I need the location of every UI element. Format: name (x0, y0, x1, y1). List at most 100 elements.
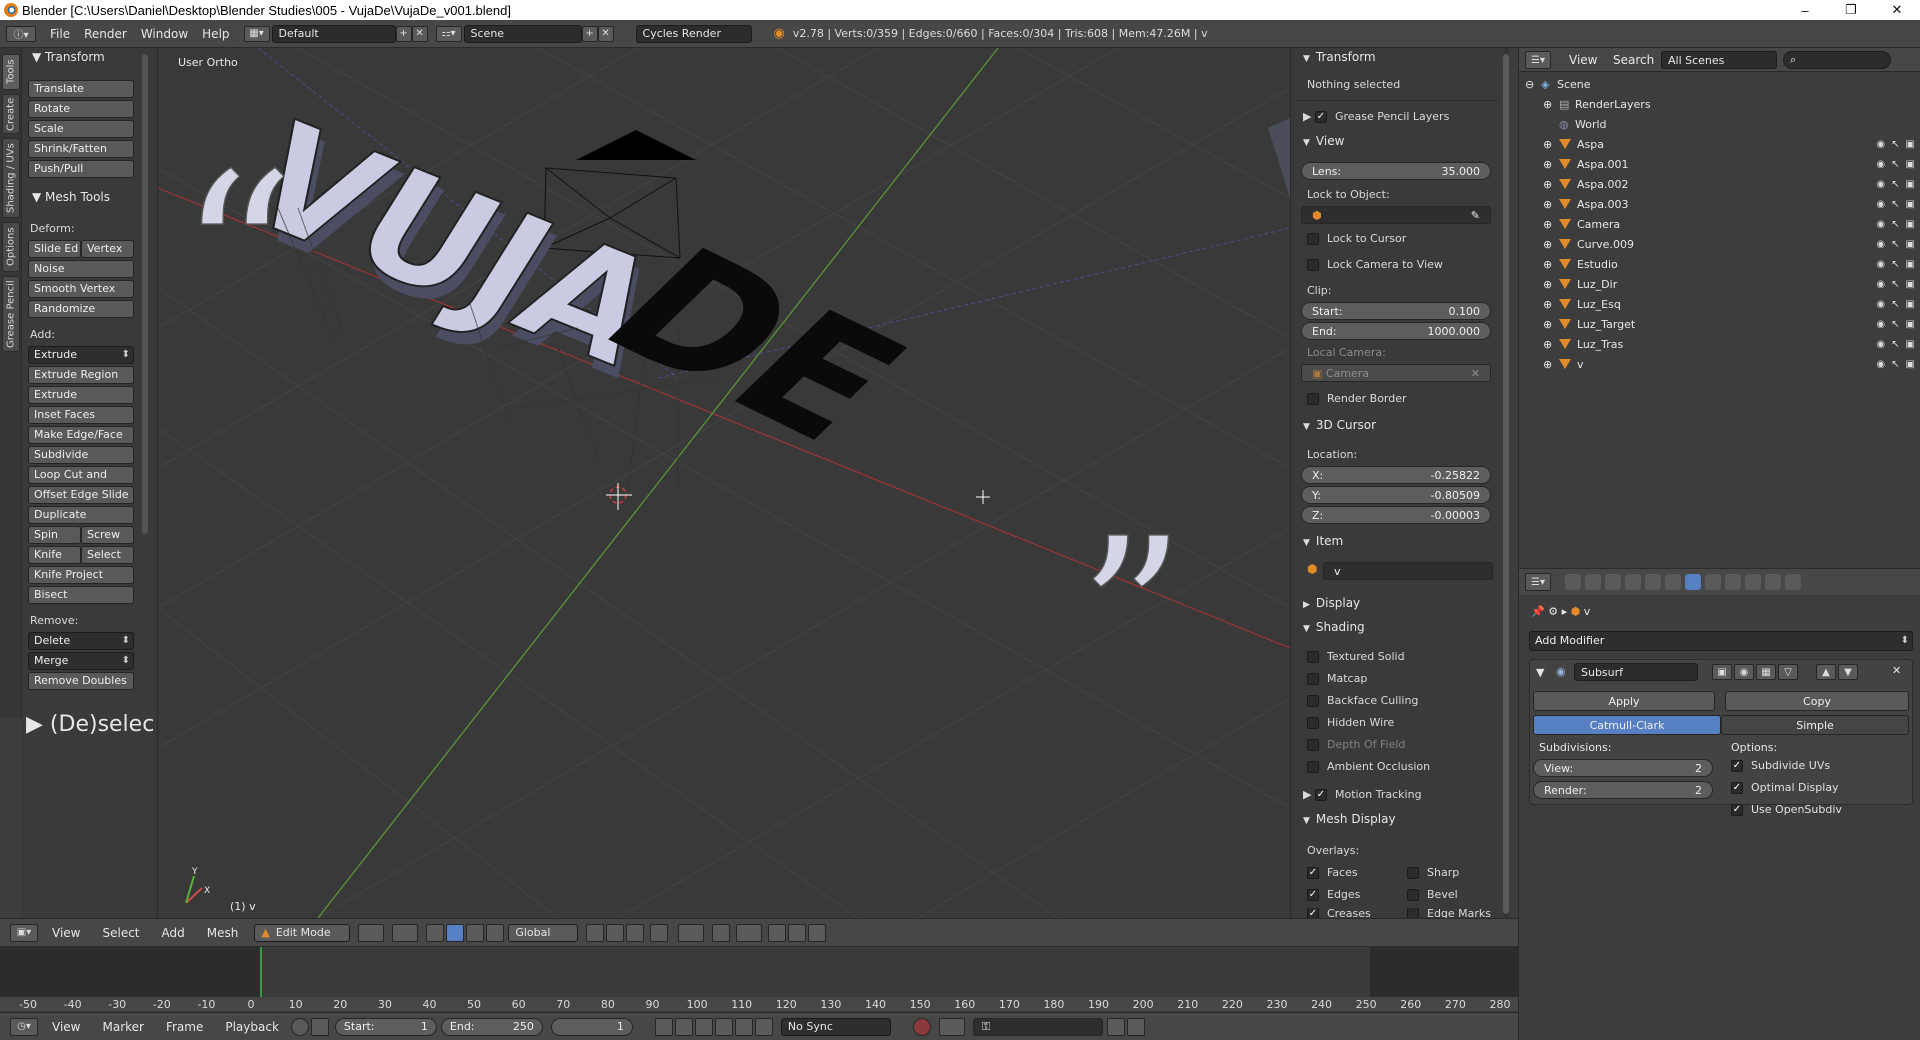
render-engine-select[interactable]: Cycles Render (635, 24, 752, 43)
expand-icon[interactable]: ⊕ (1543, 358, 1552, 371)
renderability-camera-icon[interactable]: ▣ (1906, 259, 1915, 270)
scene-icon[interactable]: ⚏▾ (435, 25, 462, 42)
selectability-arrow-icon[interactable]: ↖ (1891, 299, 1899, 310)
timeline-menu-frame[interactable]: Frame (166, 1020, 203, 1034)
delete-keyframe-icon[interactable] (1126, 1017, 1145, 1036)
matcap-checkbox[interactable]: Matcap (1307, 672, 1367, 685)
visibility-eye-icon[interactable]: ◉ (1876, 279, 1885, 290)
n-transform-header[interactable]: Transform (1303, 50, 1376, 64)
visibility-eye-icon[interactable]: ◉ (1876, 159, 1885, 170)
selectability-arrow-icon[interactable]: ↖ (1891, 179, 1899, 190)
ambient-occlusion-checkbox[interactable]: Ambient Occlusion (1307, 760, 1430, 773)
outliner-row-object[interactable]: ⊕ Luz_Tras ◉ ↖ ▣ (1519, 334, 1920, 354)
next-keyframe-icon[interactable] (734, 1017, 753, 1036)
viewport-menu-add[interactable]: Add (162, 926, 185, 940)
physics-tab-icon[interactable] (1785, 574, 1801, 590)
tab-tools[interactable]: Tools (2, 54, 20, 90)
subdivide-button[interactable]: Subdivide (28, 446, 134, 464)
visibility-eye-icon[interactable]: ◉ (1876, 199, 1885, 210)
expand-icon[interactable]: ⊕ (1543, 218, 1552, 231)
keying-set-field[interactable]: ⚿ (972, 1017, 1103, 1036)
texture-tab-icon[interactable] (1745, 574, 1761, 590)
cursor-x-field[interactable]: X: -0.25822 (1301, 466, 1491, 484)
item-panel-header[interactable]: Item (1303, 534, 1343, 548)
render-tab-icon[interactable] (1565, 574, 1581, 590)
visibility-eye-icon[interactable]: ◉ (1876, 319, 1885, 330)
selectability-arrow-icon[interactable]: ↖ (1891, 139, 1899, 150)
translate-button[interactable]: Translate (28, 80, 134, 98)
renderability-camera-icon[interactable]: ▣ (1906, 199, 1915, 210)
timeline[interactable]: -50 -40 -30 -20 -10 0 10 20 30 40 50 60 70 80 90 100 110… (0, 946, 1518, 1012)
tab-create[interactable]: Create (2, 94, 20, 134)
selectability-arrow-icon[interactable]: ↖ (1891, 199, 1899, 210)
loop-cut-button[interactable]: Loop Cut and Slide (28, 466, 134, 497)
lens-field[interactable]: Lens: 35.000 (1301, 162, 1491, 180)
overlay-bevel-checkbox[interactable]: Bevel (1407, 888, 1458, 901)
catmull-clark-toggle[interactable]: Catmull-Clark (1533, 715, 1721, 735)
renderability-camera-icon[interactable]: ▣ (1906, 179, 1915, 190)
move-down-icon[interactable]: ▼ (1838, 664, 1858, 680)
tab-options[interactable]: Options (2, 222, 20, 272)
selectability-arrow-icon[interactable]: ↖ (1891, 359, 1899, 370)
render-border-checkbox[interactable]: Render Border (1307, 392, 1407, 405)
grease-pencil-panel-header[interactable]: ▶ ✓ Grease Pencil Layers (1303, 110, 1449, 123)
limit-selection-icon[interactable] (650, 923, 669, 942)
offset-edge-slide-button[interactable]: Offset Edge Slide (28, 486, 134, 504)
expand-icon[interactable]: ⊕ (1543, 298, 1552, 311)
pin-icon[interactable]: 📌 (1531, 605, 1545, 618)
menu-render[interactable]: Render (84, 27, 127, 41)
sync-mode-select[interactable]: No Sync (780, 1017, 891, 1036)
optimal-display-checkbox[interactable]: ✓ Optimal Display (1731, 781, 1839, 794)
push-pull-button[interactable]: Push/Pull (28, 160, 134, 178)
display-panel-header[interactable]: Display (1303, 596, 1360, 610)
outliner-display-mode-select[interactable]: All Scenes (1661, 51, 1777, 69)
n-panel-scrollbar[interactable] (1503, 48, 1509, 918)
motion-tracking-box[interactable]: ✓ (1314, 788, 1327, 801)
lock-camera-checkbox[interactable]: Lock Camera to View (1307, 258, 1443, 271)
jump-end-icon[interactable] (754, 1017, 773, 1036)
shrink-fatten-button[interactable]: Shrink/Fatten (28, 140, 134, 158)
properties-editor-icon[interactable]: ☰▾ (1525, 573, 1551, 591)
view-panel-header[interactable]: View (1303, 134, 1344, 148)
visibility-eye-icon[interactable]: ◉ (1876, 239, 1885, 250)
depth-of-field-checkbox[interactable]: Depth Of Field (1307, 738, 1405, 751)
renderability-camera-icon[interactable]: ▣ (1906, 139, 1915, 150)
scene-field[interactable]: Scene (463, 24, 582, 43)
expand-icon[interactable]: ⊕ (1543, 178, 1552, 191)
render-layers-tab-icon[interactable] (1585, 574, 1601, 590)
renderability-camera-icon[interactable]: ▣ (1906, 239, 1915, 250)
outliner-row-renderlayers[interactable]: ⊕ ▤ RenderLayers (1519, 94, 1920, 114)
outliner-row-object[interactable]: ⊕ Aspa.001 ◉ ↖ ▣ (1519, 154, 1920, 174)
remove-scene-button[interactable]: ✕ (597, 25, 614, 42)
world-tab-icon[interactable] (1625, 574, 1641, 590)
insert-keyframe-icon[interactable] (1106, 1017, 1125, 1036)
menu-window[interactable]: Window (141, 27, 188, 41)
eyedropper-icon[interactable]: ✎ (1471, 209, 1480, 222)
outliner-search-menu[interactable]: Search (1613, 53, 1654, 67)
snap-element-icon[interactable] (736, 923, 763, 942)
expand-icon[interactable]: ⊕ (1543, 318, 1552, 331)
shading-panel-header[interactable]: Shading (1303, 620, 1365, 634)
expand-icon[interactable]: ⊕ (1543, 258, 1552, 271)
translate-manipulator-icon[interactable] (446, 923, 465, 942)
selectability-arrow-icon[interactable]: ↖ (1891, 279, 1899, 290)
outliner-search-input[interactable]: ⌕ (1783, 51, 1891, 69)
proportional-edit-icon[interactable] (678, 923, 705, 942)
remove-modifier-icon[interactable]: ✕ (1892, 664, 1901, 677)
outliner-row-scene[interactable]: ⊖ ◈ Scene (1519, 74, 1920, 94)
preview-range-icon[interactable] (290, 1017, 309, 1036)
modifier-collapse-icon[interactable]: ▼ (1536, 666, 1544, 679)
3d-cursor-panel-header[interactable]: 3D Cursor (1303, 418, 1376, 432)
overlay-creases-checkbox[interactable]: ✓ Creases (1307, 908, 1371, 918)
viewport-toggle-icon[interactable]: ◉ (1734, 664, 1754, 680)
overlay-edges-checkbox[interactable]: ✓ Edges (1307, 888, 1360, 901)
deselect-operator-panel[interactable]: ▶ (De)selec (26, 712, 154, 737)
tab-shading-uvs[interactable]: Shading / UVs (2, 138, 20, 218)
add-modifier-dropdown[interactable]: Add Modifier (1529, 631, 1913, 651)
outliner-row-object[interactable]: ⊕ Luz_Dir ◉ ↖ ▣ (1519, 274, 1920, 294)
slide-edge-button[interactable]: Slide Ed (28, 240, 81, 258)
manipulator-icon[interactable] (426, 923, 445, 942)
object-tab-icon[interactable] (1645, 574, 1661, 590)
prev-keyframe-icon[interactable] (674, 1017, 693, 1036)
expand-icon[interactable]: ⊕ (1543, 158, 1552, 171)
